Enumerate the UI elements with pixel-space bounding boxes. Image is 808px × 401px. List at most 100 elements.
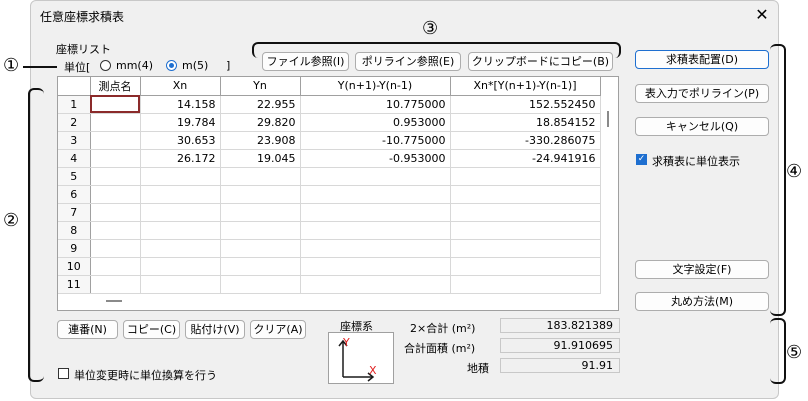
cell-name[interactable]	[90, 275, 141, 294]
cell-yn[interactable]: 23.908	[220, 131, 301, 150]
unit-radio-mm[interactable]	[100, 60, 111, 71]
unit-radio-m[interactable]	[166, 60, 177, 71]
table-row[interactable]: 9	[58, 239, 601, 258]
cell-xn[interactable]: 30.653	[140, 131, 221, 150]
h-scroll-thumb[interactable]	[106, 300, 122, 302]
cell-xn[interactable]: 26.172	[140, 149, 221, 168]
cell-prod[interactable]: 152.552450	[450, 95, 601, 114]
table-row[interactable]: 8	[58, 221, 601, 240]
cell-dy[interactable]	[300, 239, 451, 258]
col-header-yn[interactable]: Yn	[220, 77, 301, 96]
cell-yn[interactable]	[220, 185, 301, 204]
table-row[interactable]: 2 19.784 29.820 0.953000 18.854152	[58, 113, 601, 132]
cell-name[interactable]	[90, 257, 141, 276]
close-icon[interactable]: ✕	[752, 5, 772, 25]
col-header-prod[interactable]: Xn*[Y(n+1)-Y(n-1)]	[450, 77, 601, 96]
cell-yn[interactable]: 19.045	[220, 149, 301, 168]
row-number[interactable]: 10	[58, 257, 91, 276]
row-number[interactable]: 1	[58, 95, 91, 114]
cell-xn[interactable]: 19.784	[140, 113, 221, 132]
row-number[interactable]: 2	[58, 113, 91, 132]
table-row[interactable]: 6	[58, 185, 601, 204]
cell-prod[interactable]	[450, 257, 601, 276]
cell-name[interactable]	[90, 131, 141, 150]
file-ref-button[interactable]: ファイル参照(I)	[262, 52, 349, 71]
cell-dy[interactable]: 10.775000	[300, 95, 451, 114]
col-header-dy[interactable]: Y(n+1)-Y(n-1)	[300, 77, 451, 96]
cell-xn[interactable]	[140, 185, 221, 204]
polyline-ref-button[interactable]: ポリライン参照(E)	[355, 52, 461, 71]
cell-prod[interactable]	[450, 203, 601, 222]
cell-yn[interactable]	[220, 257, 301, 276]
cell-dy[interactable]	[300, 221, 451, 240]
cell-xn[interactable]	[140, 257, 221, 276]
cell-name[interactable]	[90, 221, 141, 240]
rounding-button[interactable]: 丸め方法(M)	[635, 292, 769, 311]
cell-xn[interactable]: 14.158	[140, 95, 221, 114]
unit-convert-checkbox[interactable]	[58, 368, 69, 379]
coord-table[interactable]: 測点名 Xn Yn Y(n+1)-Y(n-1) Xn*[Y(n+1)-Y(n-1…	[57, 76, 619, 311]
cell-prod[interactable]	[450, 167, 601, 186]
table-row[interactable]: 10	[58, 257, 601, 276]
cell-prod[interactable]	[450, 275, 601, 294]
row-number[interactable]: 5	[58, 167, 91, 186]
cell-name[interactable]	[90, 203, 141, 222]
cell-dy[interactable]: -0.953000	[300, 149, 451, 168]
cell-yn[interactable]: 29.820	[220, 113, 301, 132]
col-header-name[interactable]: 測点名	[90, 77, 141, 96]
polyline-from-table-button[interactable]: 表入力でポリライン(P)	[635, 84, 769, 103]
cell-dy[interactable]	[300, 275, 451, 294]
cell-prod[interactable]	[450, 221, 601, 240]
cell-xn[interactable]	[140, 221, 221, 240]
table-row[interactable]: 5	[58, 167, 601, 186]
cell-prod[interactable]: 18.854152	[450, 113, 601, 132]
table-row[interactable]: 7	[58, 203, 601, 222]
place-table-button[interactable]: 求積表配置(D)	[635, 50, 769, 69]
cell-xn[interactable]	[140, 203, 221, 222]
cell-yn[interactable]	[220, 203, 301, 222]
cell-prod[interactable]	[450, 239, 601, 258]
table-row[interactable]: 1 14.158 22.955 10.775000 152.552450	[58, 95, 601, 114]
copy-button[interactable]: コピー(C)	[123, 320, 180, 339]
paste-button[interactable]: 貼付け(V)	[185, 320, 245, 339]
cell-yn[interactable]: 22.955	[220, 95, 301, 114]
serial-button[interactable]: 連番(N)	[57, 320, 118, 339]
table-row[interactable]: 4 26.172 19.045 -0.953000 -24.941916	[58, 149, 601, 168]
row-number[interactable]: 8	[58, 221, 91, 240]
v-scroll-thumb[interactable]	[607, 111, 609, 127]
cell-xn[interactable]	[140, 239, 221, 258]
col-header-xn[interactable]: Xn	[140, 77, 221, 96]
cell-name[interactable]	[90, 95, 141, 114]
cell-prod[interactable]: -24.941916	[450, 149, 601, 168]
cell-yn[interactable]	[220, 239, 301, 258]
row-number[interactable]: 4	[58, 149, 91, 168]
row-number[interactable]: 3	[58, 131, 91, 150]
row-number[interactable]: 6	[58, 185, 91, 204]
cell-dy[interactable]	[300, 185, 451, 204]
cell-dy[interactable]: 0.953000	[300, 113, 451, 132]
cell-dy[interactable]	[300, 257, 451, 276]
cancel-button[interactable]: キャンセル(Q)	[635, 117, 769, 136]
cell-xn[interactable]	[140, 275, 221, 294]
cell-yn[interactable]	[220, 221, 301, 240]
cell-name[interactable]	[90, 167, 141, 186]
clear-button[interactable]: クリア(A)	[250, 320, 306, 339]
cell-name[interactable]	[90, 185, 141, 204]
cell-yn[interactable]	[220, 275, 301, 294]
cell-name[interactable]	[90, 149, 141, 168]
table-row[interactable]: 3 30.653 23.908 -10.775000 -330.286075	[58, 131, 601, 150]
cell-dy[interactable]	[300, 167, 451, 186]
cell-prod[interactable]: -330.286075	[450, 131, 601, 150]
table-row[interactable]: 11	[58, 275, 601, 294]
row-number[interactable]: 11	[58, 275, 91, 294]
cell-name[interactable]	[90, 113, 141, 132]
cell-dy[interactable]: -10.775000	[300, 131, 451, 150]
cell-name[interactable]	[90, 239, 141, 258]
row-number[interactable]: 9	[58, 239, 91, 258]
font-settings-button[interactable]: 文字設定(F)	[635, 260, 769, 279]
cell-dy[interactable]	[300, 203, 451, 222]
cell-yn[interactable]	[220, 167, 301, 186]
row-number[interactable]: 7	[58, 203, 91, 222]
cell-prod[interactable]	[450, 185, 601, 204]
clipboard-copy-button[interactable]: クリップボードにコピー(B)	[468, 52, 613, 71]
